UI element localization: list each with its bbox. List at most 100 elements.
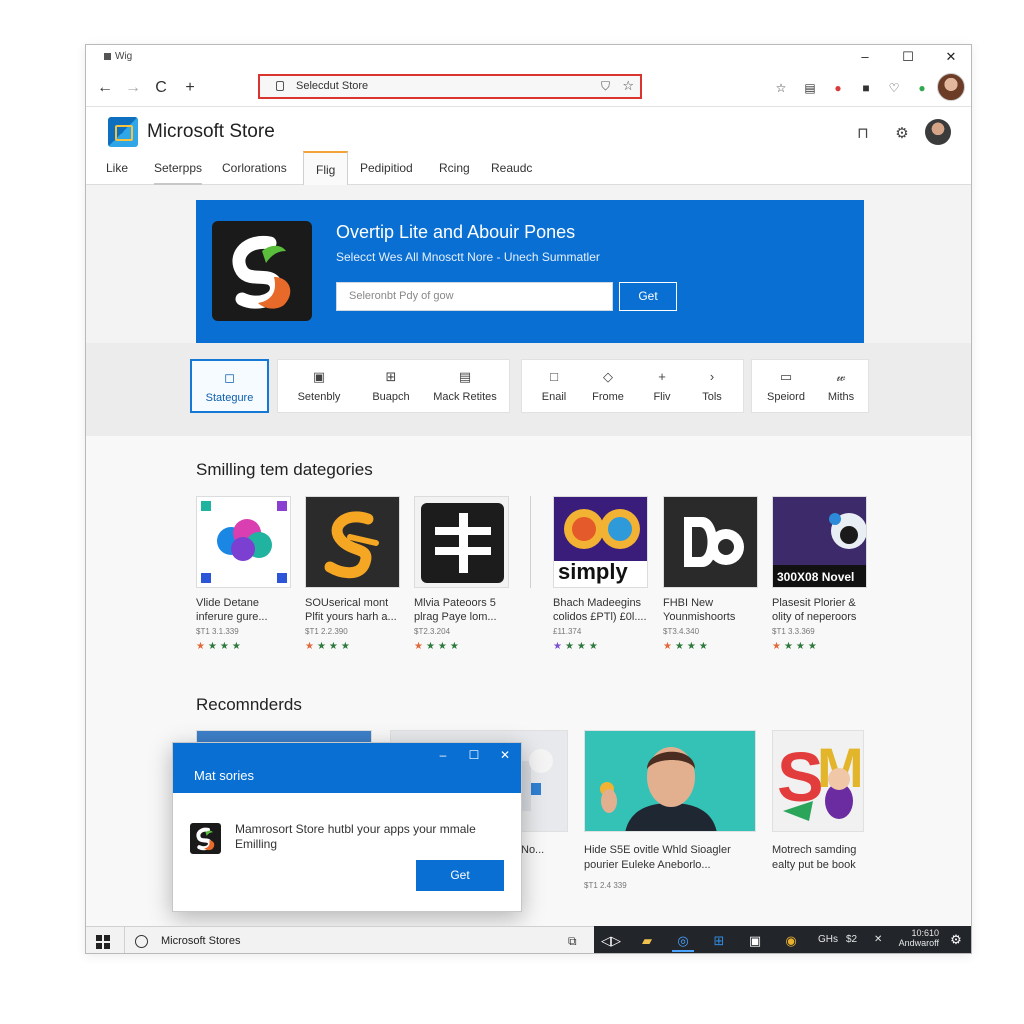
category-label: Miths: [827, 391, 855, 403]
app-card[interactable]: Vlide Detane inferure gure... $T1 3.1.33…: [196, 496, 291, 652]
dialog-close-button[interactable]: ✕: [493, 746, 517, 764]
windows-store-icon[interactable]: ⊞: [708, 930, 730, 952]
category-miths[interactable]: 𝓌 Miths: [816, 360, 866, 414]
category-fliv[interactable]: + Fliv: [638, 360, 686, 414]
dialog-get-button[interactable]: Get: [416, 860, 504, 891]
app-rating: ★★★★: [553, 641, 601, 652]
chrome-icon[interactable]: ◉: [780, 930, 802, 952]
category-enail[interactable]: □ Enail: [530, 360, 578, 414]
tab-corlorations[interactable]: Corlorations: [222, 151, 287, 185]
download-icon[interactable]: ⊓: [852, 123, 874, 145]
tab-like[interactable]: Like: [106, 151, 128, 185]
tray-number[interactable]: $2: [846, 934, 857, 945]
tray-language[interactable]: GHs: [818, 934, 838, 945]
app-tile-do[interactable]: [663, 496, 758, 588]
minimize-button[interactable]: –: [851, 47, 879, 67]
category-stategure[interactable]: ◻ Stategure: [190, 359, 269, 413]
taskbar-left: Microsoft Stores ⧉: [86, 926, 594, 953]
red-extension-icon[interactable]: ●: [830, 80, 846, 96]
app-card[interactable]: 300X08 Novel Plasesit Plorier & olity of…: [772, 496, 867, 652]
green-extension-icon[interactable]: ●: [914, 80, 930, 96]
store-bag-icon[interactable]: ▣: [744, 930, 766, 952]
store-dialog: Mat sories – ☐ ✕ Mamrosort Store hutbl y…: [172, 742, 522, 912]
windows-start-icon[interactable]: [96, 935, 110, 949]
diamond-icon: ◇: [603, 369, 613, 384]
close-button[interactable]: ✕: [937, 47, 965, 67]
profile-avatar[interactable]: [937, 73, 965, 101]
address-text[interactable]: Selecdut Store: [296, 80, 368, 92]
dialog-app-icon: [190, 823, 221, 854]
dialog-message-line2: Emilling: [235, 837, 278, 851]
browser-window: Wig – ☐ ✕ ← → C + Selecdut Store ⛉ ☆ ☆ ▤…: [85, 44, 972, 954]
tab-rcing[interactable]: Rcing: [439, 151, 470, 185]
app-card[interactable]: Mlvia Pateoors 5 plrag Paye lom... $T2.3…: [414, 496, 509, 652]
category-label: Setenbly: [297, 391, 341, 403]
snap-icon[interactable]: ◁▷: [600, 930, 622, 952]
dialog-maximize-button[interactable]: ☐: [462, 746, 486, 764]
extension-icon[interactable]: ■: [858, 80, 874, 96]
bag-icon: ◻: [224, 370, 235, 385]
app-name: Mlvia Pateoors 5: [414, 597, 496, 609]
forward-icon[interactable]: →: [122, 77, 144, 99]
category-setenbly[interactable]: ▣ Setenbly: [286, 360, 352, 414]
task-view-icon[interactable]: ⧉: [568, 934, 577, 949]
app-tile-novel[interactable]: 300X08 Novel: [772, 496, 867, 588]
recommended-text-1: No...: [521, 844, 545, 856]
category-label: Stategure: [205, 392, 254, 404]
tab-flig[interactable]: Flig: [303, 151, 349, 185]
app-tile-cloud[interactable]: [196, 496, 291, 588]
recommended-desc-3: ealty put be book: [772, 859, 856, 871]
new-tab-icon[interactable]: +: [179, 77, 201, 99]
category-speiord[interactable]: ▭ Speiord: [756, 360, 816, 414]
app-tile-s[interactable]: [305, 496, 400, 588]
tab-seterpps[interactable]: Seterpps: [154, 151, 203, 185]
address-bar[interactable]: Selecdut Store ⛉ ☆: [258, 74, 642, 99]
favorite-star-icon[interactable]: ☆: [622, 78, 634, 94]
app-card[interactable]: simply Bhach Madeegins colidos £PTl) £0l…: [553, 496, 648, 652]
tray-close-icon[interactable]: ✕: [874, 934, 882, 945]
tab-pedipitiod[interactable]: Pedipitiod: [360, 151, 413, 185]
taskbar-search-text[interactable]: Microsoft Stores: [161, 935, 240, 947]
category-label: Fliv: [653, 391, 671, 403]
taskbar-separator: [124, 927, 125, 953]
edge-icon[interactable]: ◎: [672, 930, 694, 952]
dialog-minimize-button[interactable]: –: [431, 746, 455, 764]
file-explorer-icon[interactable]: ▰: [636, 930, 658, 952]
app-card[interactable]: FHBI New Younmishoorts $T3.4.340 ★★★★: [663, 496, 758, 652]
category-frome[interactable]: ◇ Frome: [584, 360, 632, 414]
app-tile-cross[interactable]: [414, 496, 509, 588]
plus-icon: +: [658, 369, 666, 384]
account-avatar[interactable]: [925, 119, 951, 145]
shield-icon[interactable]: ⛉: [601, 79, 610, 94]
refresh-icon[interactable]: C: [150, 77, 172, 99]
notification-icon[interactable]: ⚙: [949, 933, 963, 947]
clock-date: Andwaroff: [898, 938, 939, 948]
favorites-icon[interactable]: ☆: [773, 80, 789, 96]
collections-icon[interactable]: ▤: [802, 80, 818, 96]
app-tile-simply[interactable]: simply: [553, 496, 648, 588]
category-mack-retites[interactable]: ▤ Mack Retites: [426, 360, 504, 414]
grid-icon: ⊞: [385, 369, 397, 384]
tab-reaudc[interactable]: Reaudc: [491, 151, 532, 185]
taskbar-clock[interactable]: 10:610 Andwaroff: [899, 928, 939, 948]
hero-search-input[interactable]: Seleronbt Pdy of gow: [336, 282, 613, 311]
app-card[interactable]: SOUserical mont Plfit yours harh a... $T…: [305, 496, 400, 652]
recommended-tile-person[interactable]: [584, 730, 756, 832]
app-price: $T1 3.3.369: [772, 627, 815, 636]
category-buapch[interactable]: ⊞ Buapch: [358, 360, 424, 414]
settings-icon[interactable]: ⚙: [891, 123, 913, 145]
cortana-icon[interactable]: [135, 935, 148, 948]
featured-app-icon[interactable]: [212, 221, 312, 321]
back-icon[interactable]: ←: [94, 77, 116, 99]
hero-get-button[interactable]: Get: [619, 282, 677, 311]
tile-icon: ▣: [312, 369, 326, 384]
category-tols[interactable]: › Tols: [688, 360, 736, 414]
app-desc: inferure gure...: [196, 611, 268, 623]
square-icon: □: [550, 369, 558, 384]
maximize-button[interactable]: ☐: [894, 47, 922, 67]
recommended-tile-sm[interactable]: S M: [772, 730, 864, 832]
heart-icon[interactable]: ♡: [886, 80, 902, 96]
taskbar-right: ◁▷ ▰ ◎ ⊞ ▣ ◉ GHs $2 ✕ 10:610 Andwaroff ⚙: [594, 926, 971, 953]
app-price: £11.374: [553, 627, 582, 636]
novel-caption: 300X08 Novel: [777, 570, 855, 584]
